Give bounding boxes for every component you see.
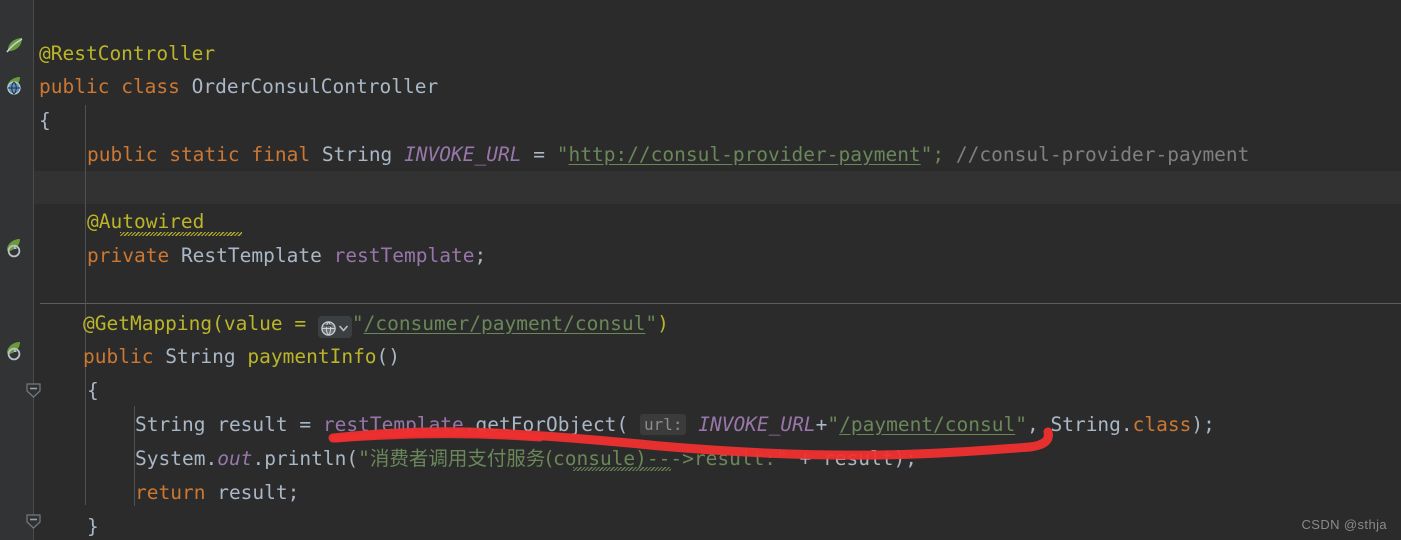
keyword-public: public xyxy=(87,143,158,166)
annotation-autowired: @Autowired xyxy=(87,210,205,233)
code-line-2[interactable]: public class OrderConsulController xyxy=(34,70,1401,103)
dot: . xyxy=(252,447,265,470)
plus-operator: + xyxy=(787,447,824,470)
spring-endpoint-icon[interactable] xyxy=(4,74,26,96)
return-type-string: String xyxy=(165,345,236,368)
method-println: println xyxy=(264,447,347,470)
variable-result: result xyxy=(217,413,288,436)
open-brace: { xyxy=(39,109,51,132)
code-content[interactable]: @RestController public class OrderConsul… xyxy=(34,0,1401,540)
quote-open: " xyxy=(358,447,370,470)
assign-operator: = xyxy=(533,143,545,166)
code-editor[interactable]: @RestController public class OrderConsul… xyxy=(0,0,1401,540)
constant-invoke-url: INVOKE_URL xyxy=(404,143,522,166)
annotation-restcontroller: @RestController xyxy=(39,42,216,65)
code-line-15[interactable]: } xyxy=(34,510,1401,540)
method-getforobject: getForObject xyxy=(475,413,617,436)
plus-operator: + xyxy=(815,413,828,436)
typo-squiggle-consule xyxy=(573,467,671,471)
quote-close: " xyxy=(1015,413,1027,436)
method-parens: () xyxy=(376,345,401,368)
chevron-down-icon[interactable] xyxy=(337,315,350,338)
variable-result: result xyxy=(217,481,288,504)
method-name-paymentinfo: paymentInfo xyxy=(247,345,377,368)
spring-bean-icon[interactable] xyxy=(4,34,26,56)
code-line-3[interactable]: { xyxy=(34,104,1401,137)
quote-close: " xyxy=(645,312,658,335)
comma: , xyxy=(1026,413,1051,436)
paren-open: ( xyxy=(616,413,629,436)
open-brace: { xyxy=(87,379,99,402)
line-comment: //consul-provider-payment xyxy=(955,143,1250,166)
class-system: System xyxy=(135,447,206,470)
code-line-1[interactable]: @RestController xyxy=(34,37,1401,70)
code-line-4[interactable]: public static final String INVOKE_URL = … xyxy=(34,138,1401,171)
annotation-getmapping: @GetMapping xyxy=(83,312,213,335)
path-literal[interactable]: /payment/consul xyxy=(839,413,1015,436)
dot: . xyxy=(205,447,218,470)
semicolon: ; xyxy=(287,481,300,504)
web-endpoint-inlay[interactable] xyxy=(317,315,352,338)
class-name: OrderConsulController xyxy=(191,75,439,98)
code-line-10[interactable]: public String paymentInfo() xyxy=(34,340,1401,373)
dot: . xyxy=(463,413,476,436)
field-resttemplate: restTemplate xyxy=(322,413,464,436)
field-out: out xyxy=(217,447,253,470)
string-chinese-message: 消费者调用支付服务( xyxy=(369,447,553,470)
keyword-final: final xyxy=(251,143,311,166)
type-string-arg: String xyxy=(1050,413,1121,436)
code-line-12[interactable]: String result = restTemplate.getForObjec… xyxy=(34,408,1401,441)
type-string: String xyxy=(135,413,206,436)
keyword-static: static xyxy=(169,143,240,166)
assign-operator: = xyxy=(294,312,307,335)
paren-open: ( xyxy=(212,312,224,335)
code-line-13[interactable]: System.out.println("消费者调用支付服务(consule)--… xyxy=(34,442,1401,475)
warning-squiggle-autowired xyxy=(120,232,242,236)
globe-icon[interactable] xyxy=(320,315,337,338)
annotation-param-value: value xyxy=(223,312,283,335)
quote-close: "; xyxy=(920,143,945,166)
quote-open: " xyxy=(351,312,364,335)
type-string: String xyxy=(321,143,393,166)
keyword-class: class xyxy=(1132,413,1192,436)
code-line-14[interactable]: return result; xyxy=(34,476,1401,509)
url-literal[interactable]: http://consul-provider-payment xyxy=(568,143,920,166)
code-line-9[interactable]: @GetMapping(value = "/consumer/payment/c… xyxy=(34,307,1401,340)
quote-close: " xyxy=(776,447,788,470)
keyword-public: public xyxy=(83,345,154,368)
semicolon: ; xyxy=(474,244,487,267)
variable-result: result xyxy=(823,447,894,470)
code-line-11[interactable]: { xyxy=(34,374,1401,407)
quote-open: " xyxy=(556,143,569,166)
quote-open: " xyxy=(827,413,840,436)
parameter-hint-url: url: xyxy=(639,413,687,435)
constant-invoke-url: INVOKE_URL xyxy=(698,413,816,436)
mapping-path[interactable]: /consumer/payment/consul xyxy=(364,312,646,335)
close-paren-semi: ); xyxy=(893,447,917,470)
method-separator xyxy=(40,303,1401,304)
type-resttemplate: RestTemplate xyxy=(180,244,322,267)
field-resttemplate: restTemplate xyxy=(333,244,475,267)
assign-operator: = xyxy=(299,413,312,436)
keyword-return: return xyxy=(135,481,206,504)
close-paren-semi: ); xyxy=(1191,413,1215,436)
dot: . xyxy=(1120,413,1133,436)
code-line-7[interactable]: private RestTemplate restTemplate; xyxy=(34,239,1401,272)
close-brace: } xyxy=(87,515,99,538)
paren-close: ) xyxy=(657,312,669,335)
keyword-private: private xyxy=(87,244,170,267)
spring-bean-autowired-icon[interactable] xyxy=(4,237,26,259)
paren-open: ( xyxy=(346,447,359,470)
spring-bean-autowired-icon-2[interactable] xyxy=(4,340,26,362)
keyword-public: public xyxy=(39,75,110,98)
keyword-class: class xyxy=(121,75,180,98)
csdn-watermark: CSDN @sthja xyxy=(1301,517,1387,532)
